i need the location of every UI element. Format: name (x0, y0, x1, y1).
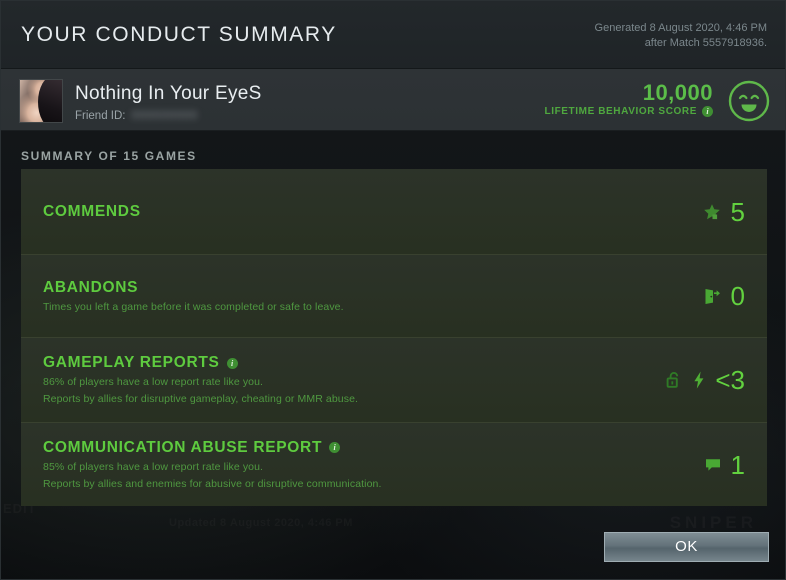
row-abandons-right: 0 (702, 283, 745, 309)
row-gameplay-desc-1: 86% of players have a low report rate li… (43, 376, 264, 388)
speech-bubble-icon (704, 456, 722, 474)
row-communication-abuse-report: COMMUNICATION ABUSE REPORT i 85% of play… (21, 422, 767, 506)
player-name: Nothing In Your EyeS (75, 83, 262, 104)
page-title: YOUR CONDUCT SUMMARY (21, 23, 337, 46)
door-exit-icon (702, 286, 722, 306)
row-communication-desc-2: Reports by allies and enemies for abusiv… (43, 477, 382, 490)
row-gameplay-right: <3 (665, 367, 745, 393)
avatar (19, 79, 63, 123)
row-communication-title: COMMUNICATION ABUSE REPORT (43, 438, 323, 456)
row-gameplay-reports: GAMEPLAY REPORTS i 86% of players have a… (21, 337, 767, 422)
ok-button[interactable]: OK (604, 532, 769, 562)
row-abandons-left: ABANDONS Times you left a game before it… (43, 279, 344, 314)
row-gameplay-left: GAMEPLAY REPORTS i 86% of players have a… (43, 354, 358, 406)
row-communication-title-line: COMMUNICATION ABUSE REPORT i (43, 439, 382, 457)
row-abandons-title: ABANDONS (43, 278, 139, 296)
generated-line-2: after Match 5557918936. (644, 37, 767, 49)
row-communication-right: 1 (704, 452, 745, 478)
row-commends-left: COMMENDS (43, 203, 141, 221)
row-abandons: ABANDONS Times you left a game before it… (21, 254, 767, 337)
row-commends-title: COMMENDS (43, 202, 141, 220)
row-commends-right: 5 (702, 199, 745, 225)
conduct-rows: COMMENDS 5 ABANDONS Times you left a gam… (21, 169, 767, 506)
row-commends-value: 5 (730, 196, 745, 227)
friend-id-row: Friend ID: 000000000 (75, 110, 198, 122)
friend-id-label: Friend ID: (75, 110, 126, 122)
info-icon[interactable]: i (226, 357, 238, 369)
row-gameplay-value: <3 (715, 365, 745, 395)
row-gameplay-desc-2: Reports by allies for disruptive gamepla… (43, 393, 359, 405)
conduct-summary-dialog: Nothing In Your EyeS SNIPER Updated 8 Au… (0, 0, 786, 580)
behavior-score-label: LIFETIME BEHAVIOR SCORE (544, 106, 697, 117)
row-commends: COMMENDS 5 (21, 169, 767, 254)
row-abandons-desc-1: Times you left a game before it was comp… (43, 300, 344, 313)
info-icon[interactable]: i (702, 106, 713, 117)
behavior-score-value: 10,000 (642, 80, 713, 105)
row-communication-left: COMMUNICATION ABUSE REPORT i 85% of play… (43, 439, 382, 491)
summary-label: SUMMARY OF 15 GAMES (21, 149, 197, 163)
behavior-score-label-row: LIFETIME BEHAVIOR SCORE i (544, 106, 713, 117)
row-abandons-value: 0 (730, 281, 745, 311)
smiley-happy-icon (727, 79, 771, 123)
lock-open-icon (665, 370, 683, 390)
generated-timestamp: Generated 8 August 2020, 4:46 PM after M… (595, 21, 767, 51)
row-abandons-title-line: ABANDONS (43, 279, 344, 297)
lightning-bolt-icon (692, 370, 706, 390)
generated-line-1: Generated 8 August 2020, 4:46 PM (594, 22, 767, 34)
row-gameplay-title-line: GAMEPLAY REPORTS i (43, 354, 358, 372)
row-communication-value: 1 (730, 449, 745, 480)
row-commends-title-line: COMMENDS (43, 203, 141, 221)
row-gameplay-title: GAMEPLAY REPORTS (43, 354, 220, 371)
friend-id-value: 000000000 (131, 110, 199, 122)
star-icon (702, 202, 722, 222)
player-summary-bar: Nothing In Your EyeS Friend ID: 00000000… (1, 69, 785, 131)
behavior-score-block: 10,000 LIFETIME BEHAVIOR SCORE i (544, 81, 713, 117)
row-communication-desc-1: 85% of players have a low report rate li… (43, 460, 264, 473)
dialog-footer: OK (1, 519, 786, 579)
dialog-header: YOUR CONDUCT SUMMARY Generated 8 August … (1, 1, 785, 69)
info-icon[interactable]: i (329, 442, 341, 453)
